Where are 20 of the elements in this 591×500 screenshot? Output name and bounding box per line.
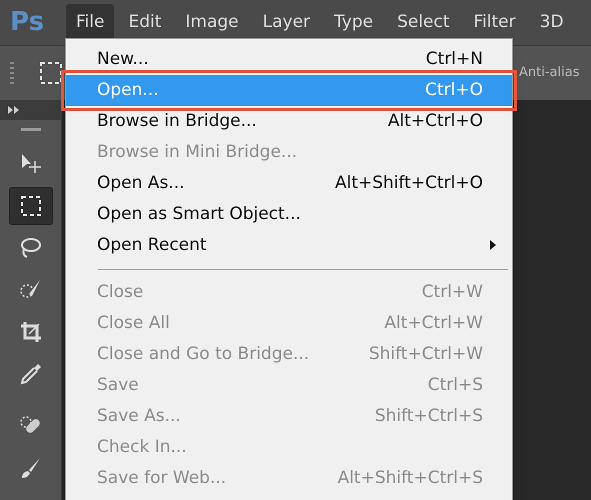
menu-item[interactable]: New... Ctrl+N	[66, 44, 512, 75]
menu-bar-item[interactable]: Edit	[118, 4, 172, 42]
menu-bar-item[interactable]: Layer	[252, 4, 320, 42]
tool-button[interactable]	[8, 187, 52, 225]
grip-icon	[20, 128, 40, 131]
menu-item[interactable]: Browse in Bridge... Alt+Ctrl+O	[66, 106, 512, 137]
menu-item[interactable]: Open Recent	[66, 230, 512, 261]
menu-item[interactable]: Open As... Alt+Shift+Ctrl+O	[66, 168, 512, 199]
marquee-tool-icon[interactable]	[40, 62, 62, 84]
menu-bar-item[interactable]: Select	[387, 4, 460, 42]
grip-icon	[10, 62, 14, 84]
collapse-icon[interactable]	[8, 106, 20, 114]
eyedropper-tool-icon	[18, 361, 44, 387]
menu-item[interactable]: Open as Smart Object...	[66, 199, 512, 230]
menu-bar-item[interactable]: Image	[175, 4, 249, 42]
menu-bar-item[interactable]: Type	[324, 4, 384, 42]
menu-bar-item[interactable]: 3D	[530, 4, 574, 42]
anti-alias-label: Anti-alias	[519, 64, 580, 82]
app-logo: Ps	[10, 6, 46, 39]
menu-bar-item[interactable]: Filter	[464, 4, 526, 42]
